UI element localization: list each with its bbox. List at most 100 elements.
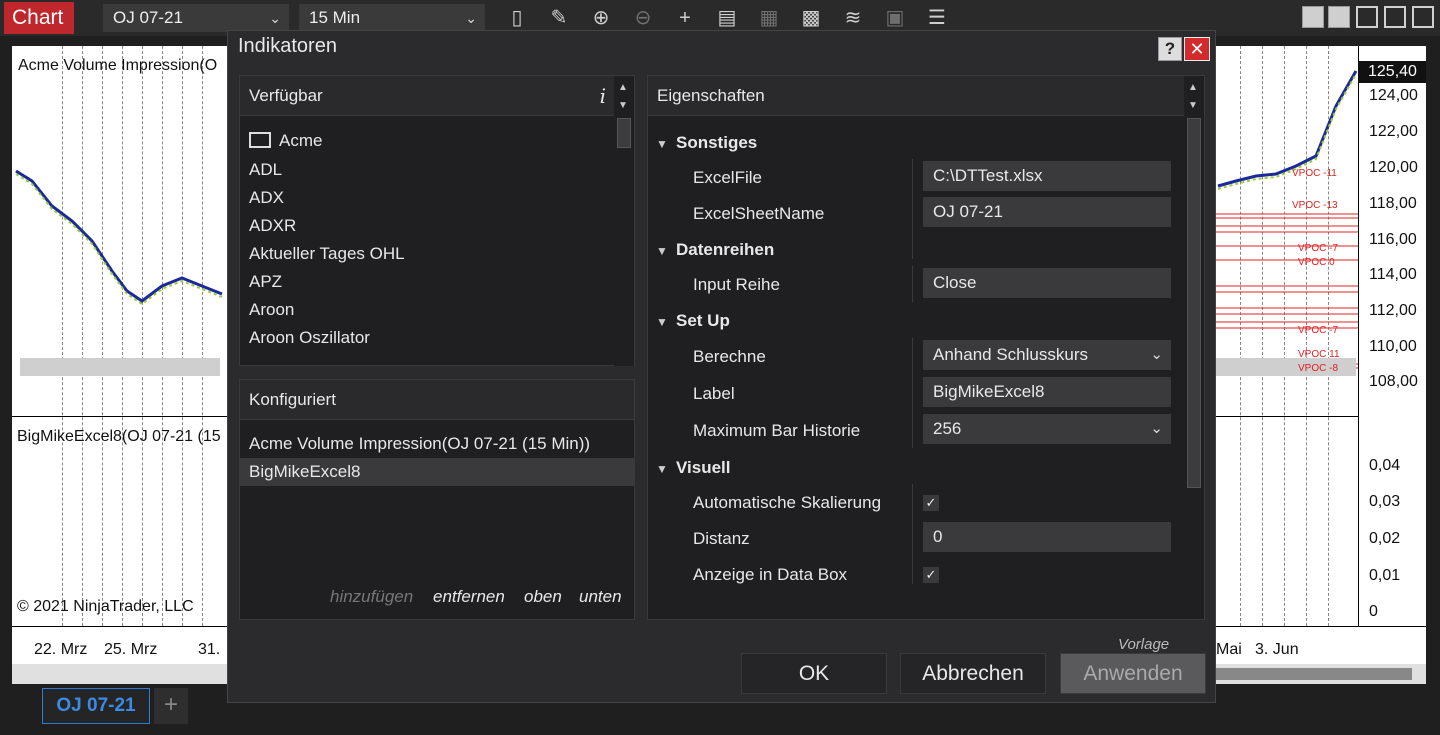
apply-button[interactable]: Anwenden [1060, 653, 1206, 694]
group-data[interactable]: ▼ Datenreihen [656, 240, 774, 260]
close-button[interactable]: ✕ [1184, 37, 1210, 61]
list-item[interactable]: Aroon [249, 300, 294, 320]
available-scrollbar[interactable]: ▲ ▼ [614, 76, 634, 366]
list-item[interactable]: Aroon Oszillator [249, 328, 370, 348]
configured-header: Konfiguriert [240, 380, 634, 420]
template-icon[interactable]: ▦ [756, 5, 782, 31]
collapse-icon: ▼ [656, 462, 668, 476]
group-misc[interactable]: ▼ Sonstiges [656, 133, 757, 153]
interval-value: 15 Min [309, 8, 361, 27]
tab-instrument[interactable]: OJ 07-21 [42, 688, 150, 724]
excelfile-label: ExcelFile [693, 168, 762, 187]
group-data-label: Datenreihen [676, 240, 775, 259]
minimize-icon[interactable] [1356, 6, 1378, 28]
list-item[interactable]: ADX [249, 188, 284, 208]
add-button[interactable]: hinzufügen [330, 587, 413, 607]
date-tick: 22. Mrz [34, 641, 88, 658]
price-tick: 122,00 [1369, 123, 1418, 140]
column-separator [912, 484, 913, 584]
price-tick: 114,00 [1369, 266, 1417, 283]
column-separator [912, 266, 913, 302]
remove-button[interactable]: entfernen [433, 587, 505, 607]
maxbars-select[interactable]: 256 ⌄ [923, 414, 1171, 444]
move-up-button[interactable]: oben [524, 587, 562, 607]
price-tick: 118,00 [1369, 195, 1417, 212]
available-header: Verfügbar i [240, 76, 634, 116]
vpoc-label: VPOC -8 [1298, 363, 1338, 374]
input-field[interactable]: Close [923, 268, 1171, 298]
maximize-icon[interactable] [1384, 6, 1406, 28]
instrument-selector[interactable]: OJ 07-21 ⌄ [103, 4, 289, 32]
lower-tick: 0,03 [1369, 493, 1401, 510]
vpoc-label: VPOC -13 [1292, 200, 1338, 211]
template-link[interactable]: Vorlage [1118, 636, 1169, 653]
group-misc-label: Sonstiges [676, 133, 758, 152]
calculate-select[interactable]: Anhand Schlusskurs ⌄ [923, 340, 1171, 370]
list-item[interactable]: ADL [249, 160, 282, 180]
list-item[interactable]: ADXR [249, 216, 296, 236]
ok-button[interactable]: OK [741, 653, 887, 694]
properties-icon[interactable]: ☰ [924, 5, 950, 31]
pencil-icon[interactable]: ✎ [546, 5, 572, 31]
window-tile2-icon[interactable] [1328, 6, 1350, 28]
autoscale-checkbox[interactable]: ✓ [923, 495, 939, 511]
list-item[interactable]: Aktueller Tages OHL [249, 244, 405, 264]
chart-trader-icon[interactable]: ▩ [798, 5, 824, 31]
chevron-down-icon: ⌄ [1150, 346, 1163, 363]
copyright-label: © 2021 NinjaTrader, LLC [17, 598, 194, 615]
scroll-down-icon[interactable]: ▼ [618, 100, 628, 111]
folder-icon [249, 132, 271, 148]
group-setup[interactable]: ▼ Set Up [656, 311, 730, 331]
list-item[interactable]: APZ [249, 272, 282, 292]
databox-checkbox[interactable]: ✓ [923, 567, 939, 583]
excelsheet-field[interactable]: OJ 07-21 [923, 197, 1171, 227]
properties-scrollbar[interactable]: ▲ ▼ [1184, 76, 1204, 546]
disabled-icon[interactable]: ▣ [882, 5, 908, 31]
excelfile-field[interactable]: C:\DTTest.xlsx [923, 161, 1171, 191]
interval-selector[interactable]: 15 Min ⌄ [299, 4, 485, 32]
vpoc-label: VPOC -7 [1298, 243, 1338, 254]
price-axis[interactable]: 124,00 122,00 120,00 118,00 116,00 114,0… [1358, 46, 1426, 626]
configured-item[interactable]: Acme Volume Impression(OJ 07-21 (15 Min)… [240, 430, 634, 458]
scroll-down-icon[interactable]: ▼ [1188, 100, 1198, 111]
label-field[interactable]: BigMikeExcel8 [923, 377, 1171, 407]
list-item-folder[interactable]: Acme [249, 131, 322, 151]
window-tile-icon[interactable] [1302, 6, 1324, 28]
price-tick: 108,00 [1369, 373, 1418, 390]
price-bars-left: Acme Volume Impression(O [15, 57, 223, 376]
info-icon[interactable]: i [600, 76, 606, 116]
move-down-button[interactable]: unten [579, 587, 622, 607]
dialog-title: Indikatoren [238, 35, 337, 57]
zoom-in-icon[interactable]: ⊕ [588, 5, 614, 31]
help-button[interactable]: ? [1158, 37, 1182, 61]
group-setup-label: Set Up [676, 311, 730, 330]
date-tick: Mai [1216, 641, 1242, 658]
scroll-thumb[interactable] [617, 118, 631, 148]
configured-panel: Konfiguriert Acme Volume Impression(OJ 0… [239, 379, 635, 620]
vpoc-label: VPOC 11 [1298, 349, 1340, 360]
lower-tick: 0 [1369, 603, 1378, 620]
distance-field[interactable]: 0 [923, 522, 1171, 552]
folder-label: Acme [279, 131, 323, 150]
data-series-icon[interactable]: ▤ [714, 5, 740, 31]
cancel-button[interactable]: Abbrechen [900, 653, 1046, 694]
scroll-thumb[interactable] [1187, 118, 1201, 488]
scrollbar-thumb[interactable] [1212, 668, 1412, 680]
configured-item-selected[interactable]: BigMikeExcel8 [240, 458, 634, 486]
zoom-out-icon[interactable]: ⊖ [630, 5, 656, 31]
vpoc-label: VPOC -11 [1292, 168, 1337, 179]
add-tab-button[interactable]: + [154, 688, 188, 724]
price-bars-right: VPOC -11 VPOC -13 VPOC -7 VPOC 0 VPOC -7… [1216, 70, 1358, 376]
scroll-up-icon[interactable]: ▲ [1188, 82, 1198, 93]
crosshair-icon[interactable]: + [672, 5, 698, 31]
bar-type-icon[interactable]: ▯ [504, 5, 530, 31]
panel2-label: BigMikeExcel8(OJ 07-21 (15 [17, 428, 221, 445]
scroll-up-icon[interactable]: ▲ [618, 82, 628, 93]
window-close-icon[interactable] [1412, 6, 1434, 28]
group-visual[interactable]: ▼ Visuell [656, 458, 731, 478]
label-label: Label [693, 384, 735, 403]
date-tick: 3. Jun [1255, 641, 1299, 658]
indicators-dialog: Indikatoren ? ✕ Verfügbar i ▲ ▼ Acme ADL… [227, 30, 1216, 703]
strategy-icon[interactable]: ≋ [840, 5, 866, 31]
databox-label: Anzeige in Data Box [693, 565, 848, 584]
